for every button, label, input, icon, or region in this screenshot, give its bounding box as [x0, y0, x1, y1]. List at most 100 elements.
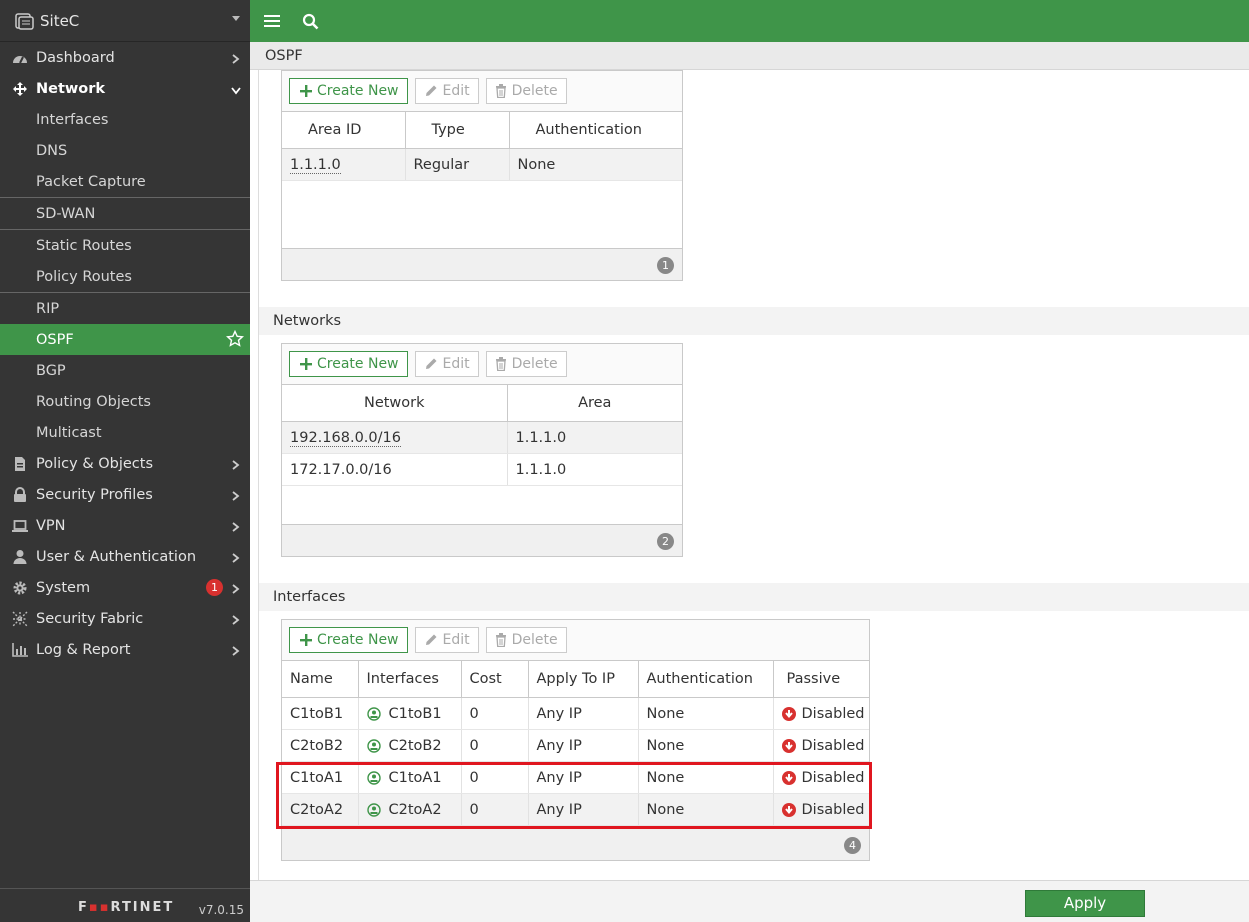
column-header[interactable]: Apply To IP: [528, 660, 639, 698]
table-cell: C1toB1: [282, 697, 359, 730]
column-header[interactable]: Cost: [461, 660, 529, 698]
table-cell: 192.168.0.0/16: [282, 421, 508, 454]
table-cell: None: [638, 697, 774, 730]
disabled-icon: [781, 802, 796, 817]
network-icon: [11, 81, 29, 97]
nav-security-profiles[interactable]: Security Profiles: [0, 479, 250, 510]
nav-log-report[interactable]: Log & Report: [0, 634, 250, 665]
table-cell: C2toA2: [282, 793, 359, 826]
networks-panel: Create New Edit Delete Network Area 192.…: [281, 343, 683, 557]
delete-button[interactable]: Delete: [485, 78, 567, 104]
sidebar-item-packet-capture[interactable]: Packet Capture: [0, 166, 250, 197]
table-row[interactable]: C1toB1 C1toB1 0 Any IP None Disabled: [282, 697, 869, 730]
column-header[interactable]: Network: [282, 384, 508, 422]
table-cell: Any IP: [528, 697, 639, 730]
column-header[interactable]: Interfaces: [358, 660, 462, 698]
table-cell: C2toA2: [358, 793, 462, 826]
chevron-right-icon: [231, 489, 240, 501]
fortinet-logo: F▪▪RTINET: [78, 900, 175, 915]
search-icon[interactable]: [300, 11, 320, 31]
nav-label: Network: [36, 80, 106, 97]
star-icon[interactable]: [225, 329, 245, 352]
column-header[interactable]: Area: [507, 384, 682, 422]
dashboard-icon: [11, 50, 29, 66]
nav-network[interactable]: Network: [0, 73, 250, 104]
edit-button[interactable]: Edit: [414, 78, 479, 104]
nav-system[interactable]: System 1: [0, 572, 250, 603]
table-cell: 1.1.1.0: [507, 453, 682, 486]
sidebar: SiteC Dashboard Network Interfaces DNS P…: [0, 0, 250, 922]
page-title: OSPF: [250, 42, 1249, 70]
sidebar-item-policy-routes[interactable]: Policy Routes: [0, 261, 250, 292]
row-count-badge: 2: [657, 533, 674, 550]
chevron-right-icon: [231, 551, 240, 563]
table-row[interactable]: 192.168.0.0/16 1.1.1.0: [282, 421, 682, 454]
sidebar-footer: F▪▪RTINET v7.0.15: [0, 888, 250, 922]
column-header[interactable]: Authentication: [638, 660, 774, 698]
device-selector[interactable]: SiteC: [0, 0, 250, 42]
main-content: Create New Edit Delete Area ID Type Auth…: [258, 70, 1249, 880]
trash-icon: [495, 357, 507, 371]
sidebar-item-routing-objects[interactable]: Routing Objects: [0, 386, 250, 417]
nav-dashboard[interactable]: Dashboard: [0, 42, 250, 73]
sidebar-item-rip[interactable]: RIP: [0, 293, 250, 324]
pencil-icon: [424, 357, 438, 371]
delete-button[interactable]: Delete: [485, 627, 567, 653]
gear-icon: [11, 580, 29, 596]
notification-badge: 1: [206, 579, 223, 596]
bar-chart-icon: [11, 642, 29, 658]
nav-label: OSPF: [36, 331, 74, 348]
sidebar-item-dns[interactable]: DNS: [0, 135, 250, 166]
sidebar-item-multicast[interactable]: Multicast: [0, 417, 250, 448]
column-header[interactable]: Area ID: [282, 111, 406, 149]
table-row[interactable]: C1toA1 C1toA1 0 Any IP None Disabled: [282, 761, 869, 794]
menu-icon[interactable]: [262, 11, 282, 31]
sidebar-item-static-routes[interactable]: Static Routes: [0, 230, 250, 261]
interfaces-panel: Create New Edit Delete Name Interfaces C…: [281, 619, 870, 861]
nav-security-fabric[interactable]: Security Fabric: [0, 603, 250, 634]
create-new-button[interactable]: Create New: [289, 627, 408, 653]
apply-button[interactable]: Apply: [1025, 890, 1145, 917]
create-new-button[interactable]: Create New: [289, 78, 408, 104]
sidebar-item-bgp[interactable]: BGP: [0, 355, 250, 386]
column-header[interactable]: Authentication: [509, 111, 682, 149]
table-header-row: Network Area: [282, 384, 682, 422]
column-header[interactable]: Type: [405, 111, 510, 149]
nav-label: Policy & Objects: [36, 455, 154, 472]
device-icon: [14, 11, 34, 31]
device-name: SiteC: [40, 11, 80, 30]
column-header[interactable]: Name: [282, 660, 359, 698]
table-row[interactable]: 1.1.1.0 Regular None: [282, 148, 682, 181]
table-row[interactable]: 172.17.0.0/16 1.1.1.0: [282, 453, 682, 486]
nav-vpn[interactable]: VPN: [0, 510, 250, 541]
nav-policy-objects[interactable]: Policy & Objects: [0, 448, 250, 479]
disabled-icon: [781, 706, 796, 721]
edit-button[interactable]: Edit: [414, 627, 479, 653]
caret-down-icon: [232, 16, 240, 21]
edit-button[interactable]: Edit: [414, 351, 479, 377]
table-row[interactable]: C2toA2 C2toA2 0 Any IP None Disabled: [282, 793, 869, 826]
interfaces-section-title: Interfaces: [259, 583, 1249, 611]
table-cell: Disabled: [773, 793, 869, 826]
nav-label: Security Fabric: [36, 610, 144, 627]
sidebar-item-interfaces[interactable]: Interfaces: [0, 104, 250, 135]
table-cell: 1.1.1.0: [507, 421, 682, 454]
networks-section-title: Networks: [259, 307, 1249, 335]
chevron-right-icon: [231, 613, 240, 625]
chevron-right-icon: [231, 458, 240, 470]
plus-icon: [300, 634, 312, 646]
nav-user-authentication[interactable]: User & Authentication: [0, 541, 250, 572]
sidebar-item-ospf[interactable]: OSPF: [0, 324, 250, 355]
row-count-badge: 1: [657, 257, 674, 274]
table-cell: C1toA1: [358, 761, 462, 794]
delete-button[interactable]: Delete: [485, 351, 567, 377]
nav-label: VPN: [36, 517, 66, 534]
column-header[interactable]: Passive: [773, 660, 869, 698]
top-bar: [250, 0, 1249, 42]
table-cell: 0: [461, 793, 529, 826]
table-row[interactable]: C2toB2 C2toB2 0 Any IP None Disabled: [282, 729, 869, 762]
interface-icon: [366, 706, 381, 721]
sidebar-item-sd-wan[interactable]: SD-WAN: [0, 198, 250, 229]
areas-table: Area ID Type Authentication 1.1.1.0 Regu…: [282, 111, 682, 181]
create-new-button[interactable]: Create New: [289, 351, 408, 377]
